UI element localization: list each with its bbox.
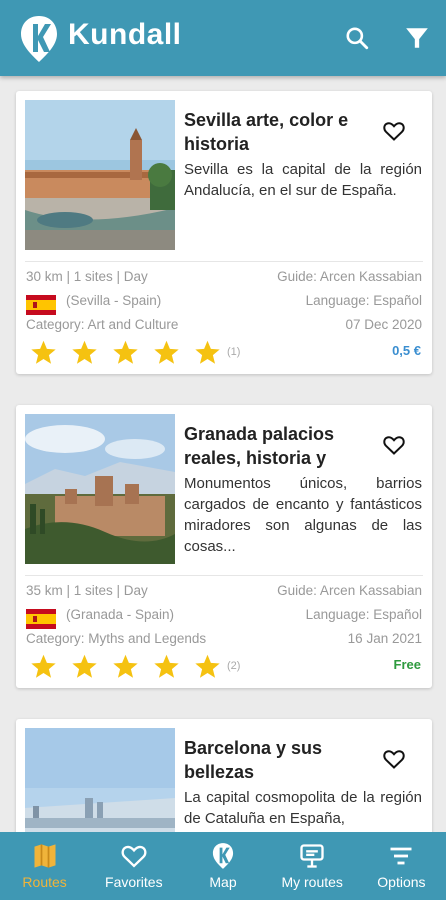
review-count: (2) [227,660,241,672]
review-count: (1) [227,346,241,358]
route-image [25,100,175,250]
route-location: (Sevilla - Spain) [66,293,162,308]
nav-my-routes[interactable]: My routes [268,832,357,900]
nav-label: Options [377,874,426,890]
kundall-logo-icon [21,16,57,62]
spain-flag-icon [26,295,56,315]
route-date: 16 Jan 2021 [347,631,422,646]
heart-icon [121,845,147,868]
route-card[interactable]: Sevilla arte, color e historia Sevilla e… [16,91,432,374]
options-icon [390,847,412,865]
route-category: Category: Art and Culture [26,317,179,332]
search-icon [346,27,369,50]
route-guide: Guide: Arcen Kassabian [277,583,422,598]
route-stats: 35 km | 1 sites | Day [26,583,148,598]
nav-favorites[interactable]: Favorites [89,832,178,900]
divider [25,261,423,262]
sign-icon [300,844,324,868]
app-brand: Kundall [68,18,182,51]
rating-stars: (1) [30,339,240,365]
nav-label: Favorites [105,874,163,890]
filter-icon [406,28,428,48]
route-description: La capital cosmopolita de la región de C… [184,789,422,827]
route-description: Monumentos únicos, barrios cargados de e… [184,475,422,555]
nav-label: Map [209,874,237,890]
star-icon [113,654,138,678]
route-guide: Guide: Arcen Kassabian [277,269,422,284]
star-icon [195,654,220,678]
spain-flag-icon [26,609,56,629]
route-image [25,728,175,832]
route-image [25,414,175,564]
star-icon [31,654,56,678]
app-bar: Kundall [0,0,446,76]
route-category: Category: Myths and Legends [26,631,207,646]
star-icon [154,340,179,364]
nav-routes[interactable]: Routes [0,832,89,900]
route-card[interactable]: Granada palacios reales, historia y Monu… [16,405,432,688]
favorite-heart-icon[interactable] [382,747,406,771]
nav-options[interactable]: Options [357,832,446,900]
route-description: Sevilla es la capital de la región Andal… [184,161,422,199]
route-language: Language: Español [305,293,422,308]
star-icon [72,340,97,364]
star-icon [31,340,56,364]
kundall-logo-icon [212,843,234,869]
star-icon [72,654,97,678]
star-icon [195,340,220,364]
nav-map[interactable]: Map [178,832,267,900]
route-card[interactable]: Barcelona y sus bellezas La capital cosm… [16,719,432,832]
route-title[interactable]: Barcelona y sus bellezas [184,736,374,784]
favorite-heart-icon[interactable] [382,119,406,143]
search-button[interactable] [341,22,373,54]
favorite-heart-icon[interactable] [382,433,406,457]
routes-list[interactable]: Sevilla arte, color e historia Sevilla e… [0,76,446,832]
star-icon [113,340,138,364]
nav-label: My routes [281,874,343,890]
route-title[interactable]: Sevilla arte, color e historia [184,108,374,156]
rating-stars: (2) [30,653,240,679]
route-title[interactable]: Granada palacios reales, historia y [184,422,374,470]
route-location: (Granada - Spain) [66,607,175,622]
route-language: Language: Español [305,607,422,622]
nav-label: Routes [22,874,67,890]
bottom-navigation: Routes Favorites Map My routes Options [0,832,446,900]
route-stats: 30 km | 1 sites | Day [26,269,148,284]
filter-button[interactable] [401,22,433,54]
divider [25,575,423,576]
route-price: 0,5 € [392,343,421,358]
route-price: Free [393,657,421,672]
star-icon [154,654,179,678]
map-icon [34,844,56,868]
route-date: 07 Dec 2020 [345,317,422,332]
